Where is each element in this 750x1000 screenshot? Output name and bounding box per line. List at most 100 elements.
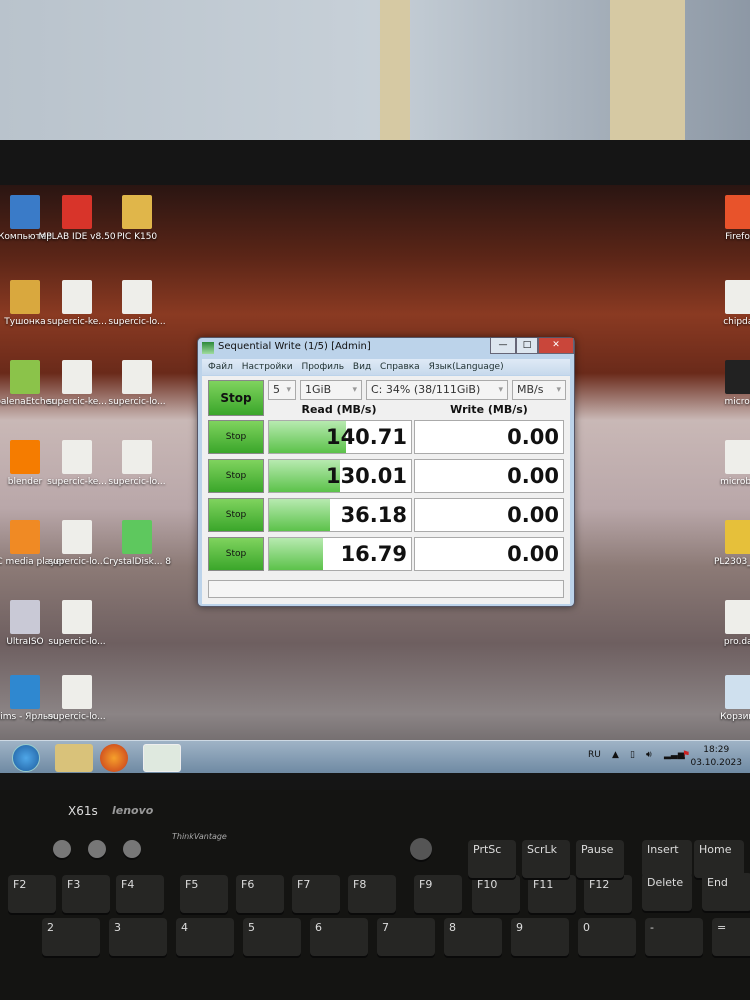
computer-icon — [10, 195, 40, 229]
file-icon — [62, 600, 92, 634]
key-3[interactable]: 5 — [243, 918, 301, 956]
model-label: X61s — [68, 804, 98, 818]
row-stop-button[interactable]: Stop — [208, 420, 264, 454]
desktop-icon[interactable]: Корзина — [700, 675, 750, 723]
row-stop-button[interactable]: Stop — [208, 537, 264, 571]
desktop-icon[interactable]: supercic-lo... — [97, 280, 177, 328]
key-6[interactable]: 8 — [444, 918, 502, 956]
start-button[interactable] — [12, 744, 40, 772]
volume-icon[interactable]: 🔊︎ — [646, 750, 652, 760]
key-prtsc[interactable]: PrtSc — [468, 840, 516, 878]
menu-bar: Файл Настройки Профиль Вид Справка Язык(… — [202, 359, 570, 375]
key-f12[interactable]: F12 — [584, 875, 632, 913]
key-scrlk[interactable]: ScrLk — [522, 840, 570, 878]
menu-view[interactable]: Вид — [353, 362, 371, 372]
sims-icon — [10, 675, 40, 709]
file-icon — [62, 360, 92, 394]
desktop-icon[interactable]: supercic-lo... — [97, 360, 177, 408]
key-f5[interactable]: F5 — [180, 875, 228, 913]
thinkvantage-button[interactable]: ThinkVantage — [172, 832, 227, 841]
desktop-icon-label: Firefox — [725, 232, 750, 242]
desktop-icon[interactable]: chipdat — [700, 280, 750, 328]
key-5[interactable]: 7 — [377, 918, 435, 956]
language-indicator[interactable]: RU — [588, 750, 601, 760]
explorer-taskbar-icon[interactable] — [55, 744, 93, 772]
desktop-icon[interactable]: PL2303_Pro — [700, 520, 750, 568]
key-1[interactable]: 3 — [109, 918, 167, 956]
read-result: 16.79 — [268, 537, 412, 571]
key-10[interactable]: = — [712, 918, 750, 956]
desktop-icon[interactable]: supercic-lo... — [97, 440, 177, 488]
menu-help[interactable]: Справка — [380, 362, 420, 372]
key-2[interactable]: 4 — [176, 918, 234, 956]
write-result: 0.00 — [414, 537, 564, 571]
desktop-icon[interactable]: pro.dat — [700, 600, 750, 648]
brand-logo: lenovo — [112, 804, 154, 817]
row-stop-button[interactable]: Stop — [208, 459, 264, 493]
key-4[interactable]: 6 — [310, 918, 368, 956]
read-value: 36.18 — [340, 503, 407, 527]
key-f7[interactable]: F7 — [292, 875, 340, 913]
key-f4[interactable]: F4 — [116, 875, 164, 913]
etcher-icon — [10, 360, 40, 394]
date: 03.10.2023 — [690, 758, 742, 768]
power-button[interactable] — [410, 838, 432, 860]
volume-down-button[interactable] — [88, 840, 106, 858]
battery-icon[interactable]: ▯ — [630, 750, 635, 760]
desktop-icon[interactable]: microb — [700, 360, 750, 408]
desktop-icon-label: Корзина — [720, 712, 750, 722]
menu-language[interactable]: Язык(Language) — [429, 362, 504, 372]
menu-profile[interactable]: Профиль — [301, 362, 344, 372]
stop-all-button[interactable]: Stop — [208, 380, 264, 416]
firefox-taskbar-icon[interactable] — [100, 744, 128, 772]
key-f2[interactable]: F2 — [8, 875, 56, 913]
key-f6[interactable]: F6 — [236, 875, 284, 913]
maximize-button[interactable]: □ — [516, 338, 538, 354]
read-progress-fill — [269, 538, 323, 570]
read-result: 130.01 — [268, 459, 412, 493]
key-delete[interactable]: Delete — [642, 873, 692, 911]
desktop-icon-label: PL2303_Pro — [713, 557, 750, 567]
row-stop-button[interactable]: Stop — [208, 498, 264, 532]
minimize-button[interactable]: — — [490, 338, 516, 354]
desktop-icon[interactable]: supercic-lo... — [37, 600, 117, 648]
desktop: Компьютер MPLAB IDE v8.50 PIC K150 Тушонка s… — [0, 185, 750, 773]
unit-select[interactable]: MB/s — [512, 380, 566, 400]
desktop-icon[interactable]: CrystalDisk... 8 — [97, 520, 177, 568]
key-0[interactable]: 2 — [42, 918, 100, 956]
desktop-icon[interactable]: supercic-lo... — [37, 675, 117, 723]
desktop-icon[interactable]: PIC K150 — [97, 195, 177, 243]
desktop-icon[interactable]: Firefox — [700, 195, 750, 243]
read-header: Read (MB/s) — [301, 403, 377, 416]
size-select[interactable]: 1GiB — [300, 380, 362, 400]
crystaldiskmark-taskbar-icon[interactable] — [143, 744, 181, 772]
key-f10[interactable]: F10 — [472, 875, 520, 913]
key-9[interactable]: - — [645, 918, 703, 956]
key-f11[interactable]: F11 — [528, 875, 576, 913]
clock[interactable]: 18:29 03.10.2023 — [690, 744, 742, 770]
desktop-icon[interactable]: microbm — [700, 440, 750, 488]
write-result: 0.00 — [414, 498, 564, 532]
key-f9[interactable]: F9 — [414, 875, 462, 913]
action-center-icon[interactable]: ⚑ — [682, 750, 690, 760]
window-body: Stop 5 1GiB C: 34% (38/111GiB) MB/s Read… — [202, 376, 570, 604]
count-select[interactable]: 5 — [268, 380, 296, 400]
volume-up-button[interactable] — [123, 840, 141, 858]
menu-file[interactable]: Файл — [208, 362, 233, 372]
desktop-icon-label: supercic-lo... — [108, 317, 166, 327]
show-hidden-icons[interactable]: ▲ — [612, 750, 619, 760]
key-f3[interactable]: F3 — [62, 875, 110, 913]
file-icon — [62, 675, 92, 709]
key-end[interactable]: End — [702, 873, 750, 911]
menu-settings[interactable]: Настройки — [242, 362, 293, 372]
key-f8[interactable]: F8 — [348, 875, 396, 913]
drive-select[interactable]: C: 34% (38/111GiB) — [366, 380, 508, 400]
firefox-icon — [725, 195, 750, 229]
key-8[interactable]: 0 — [578, 918, 636, 956]
read-progress-fill — [269, 499, 331, 531]
close-button[interactable]: ✕ — [538, 338, 574, 354]
key-pause[interactable]: Pause — [576, 840, 624, 878]
key-7[interactable]: 9 — [511, 918, 569, 956]
mute-button[interactable] — [53, 840, 71, 858]
taskbar: RU ▲ ▯ 🔊︎ ▂▃▅ ⚑ 18:29 03.10.2023 — [0, 740, 750, 773]
